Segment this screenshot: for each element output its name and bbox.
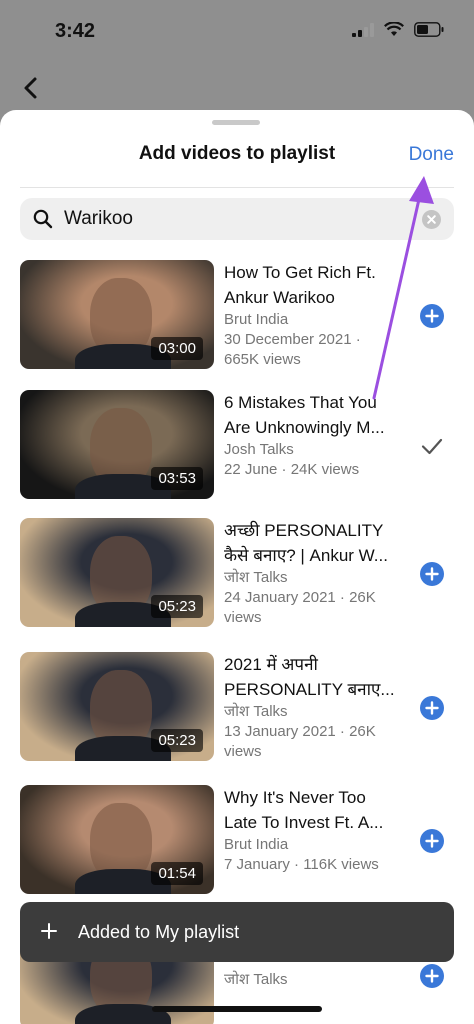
add-video-button[interactable] bbox=[420, 829, 444, 853]
add-video-button[interactable] bbox=[420, 696, 444, 720]
add-video-button[interactable] bbox=[420, 304, 444, 328]
video-title: अच्छी PERSONALITY कैसे बनाए? | Ankur W... bbox=[224, 518, 404, 568]
video-title-line: PERSONALITY बनाए... bbox=[224, 680, 395, 699]
duration-badge: 03:53 bbox=[151, 467, 203, 490]
video-thumbnail[interactable]: 05:23 bbox=[20, 652, 214, 761]
video-meta: 24 January 2021 · 26K bbox=[224, 589, 376, 606]
search-input[interactable] bbox=[64, 207, 384, 231]
video-info: Why It's Never Too Late To Invest Ft. A..… bbox=[224, 785, 404, 875]
video-meta: 7 January · 116K views bbox=[224, 856, 379, 873]
video-title-line: Late To Invest Ft. A... bbox=[224, 813, 384, 832]
video-title-line: Why It's Never Too bbox=[224, 788, 366, 807]
status-bar: 3:42 bbox=[0, 0, 474, 62]
video-info: 2021 में अपनी PERSONALITY बनाए... जोश Talk… bbox=[224, 652, 404, 762]
plus-icon bbox=[41, 923, 57, 939]
video-info: अच्छी PERSONALITY कैसे बनाए? | Ankur W...… bbox=[224, 518, 404, 628]
video-title: 2021 में अपनी PERSONALITY बनाए... bbox=[224, 652, 404, 702]
video-title-line: 6 Mistakes That You bbox=[224, 393, 377, 412]
video-info: How To Get Rich Ft. Ankur Warikoo Brut Ind… bbox=[224, 260, 404, 370]
video-row[interactable]: 05:23 2021 में अपनी PERSONALITY बनाए... जोश… bbox=[0, 652, 474, 762]
clear-x-icon bbox=[427, 215, 436, 224]
plus-icon bbox=[425, 701, 439, 715]
signal-icon bbox=[352, 22, 374, 37]
video-meta: views bbox=[224, 609, 262, 626]
status-icons bbox=[352, 22, 444, 37]
video-row[interactable]: 01:54 Why It's Never Too Late To Invest Ft… bbox=[0, 785, 474, 895]
video-title-line: Are Unknowingly M... bbox=[224, 418, 385, 437]
video-row[interactable]: 03:00 How To Get Rich Ft. Ankur Warikoo Bru… bbox=[0, 260, 474, 370]
plus-icon bbox=[425, 309, 439, 323]
video-thumbnail[interactable]: 03:53 bbox=[20, 390, 214, 499]
video-title-line: Ankur Warikoo bbox=[224, 288, 335, 307]
add-video-button[interactable] bbox=[420, 964, 444, 988]
plus-icon bbox=[425, 834, 439, 848]
video-row[interactable]: 03:53 6 Mistakes That You Are Unknowingly … bbox=[0, 390, 474, 500]
add-videos-sheet: Add videos to playlist Done 03:00 How To … bbox=[0, 110, 474, 1024]
channel-name: Josh Talks bbox=[224, 441, 294, 458]
video-title-line: कैसे बनाए? | Ankur W... bbox=[224, 546, 388, 565]
video-title-line: 2021 में अपनी bbox=[224, 655, 318, 674]
search-icon bbox=[33, 209, 53, 229]
status-time: 3:42 bbox=[55, 20, 96, 42]
duration-badge: 05:23 bbox=[151, 595, 203, 618]
toast-text: Added to My playlist bbox=[78, 922, 240, 942]
video-thumbnail[interactable]: 03:00 bbox=[20, 260, 214, 369]
video-thumbnail[interactable]: 01:54 bbox=[20, 785, 214, 894]
channel-name: Brut India bbox=[224, 836, 289, 853]
video-title-line: How To Get Rich Ft. bbox=[224, 263, 376, 282]
wifi-icon bbox=[384, 22, 404, 36]
video-title: Why It's Never Too Late To Invest Ft. A..… bbox=[224, 785, 404, 835]
added-check-icon[interactable] bbox=[420, 434, 444, 458]
video-thumbnail[interactable]: 05:23 bbox=[20, 518, 214, 627]
duration-badge: 03:00 bbox=[151, 337, 203, 360]
video-meta: views bbox=[224, 743, 262, 760]
video-row[interactable]: 05:23 अच्छी PERSONALITY कैसे बनाए? | Ankur… bbox=[0, 518, 474, 628]
video-info: 6 Mistakes That You Are Unknowingly M... J… bbox=[224, 390, 404, 480]
channel-name: जोश Talks bbox=[224, 971, 288, 988]
toast: Added to My playlist bbox=[20, 902, 454, 962]
video-title: How To Get Rich Ft. Ankur Warikoo bbox=[224, 260, 404, 310]
video-meta: 13 January 2021 · 26K bbox=[224, 723, 376, 740]
plus-icon bbox=[425, 969, 439, 983]
back-chevron-icon[interactable] bbox=[18, 74, 46, 102]
channel-name: जोश Talks bbox=[224, 569, 288, 586]
channel-name: जोश Talks bbox=[224, 703, 288, 720]
battery-icon bbox=[414, 22, 444, 37]
channel-name: Brut India bbox=[224, 311, 289, 328]
divider bbox=[20, 187, 454, 188]
duration-badge: 01:54 bbox=[151, 862, 203, 885]
search-bar[interactable] bbox=[20, 198, 454, 240]
video-title: 6 Mistakes That You Are Unknowingly M... bbox=[224, 390, 404, 440]
video-meta: 30 December 2021 · bbox=[224, 331, 361, 348]
sheet-grabber[interactable] bbox=[212, 120, 260, 125]
video-meta: 665K views bbox=[224, 351, 301, 368]
plus-icon bbox=[425, 567, 439, 581]
home-indicator bbox=[152, 1006, 322, 1012]
duration-badge: 05:23 bbox=[151, 729, 203, 752]
clear-search-button[interactable] bbox=[422, 210, 441, 229]
sheet-title: Add videos to playlist bbox=[138, 143, 336, 164]
video-meta: 22 June · 24K views bbox=[224, 461, 360, 478]
video-title-line: अच्छी PERSONALITY bbox=[224, 521, 384, 540]
done-button[interactable]: Done bbox=[409, 144, 454, 166]
add-video-button[interactable] bbox=[420, 562, 444, 586]
